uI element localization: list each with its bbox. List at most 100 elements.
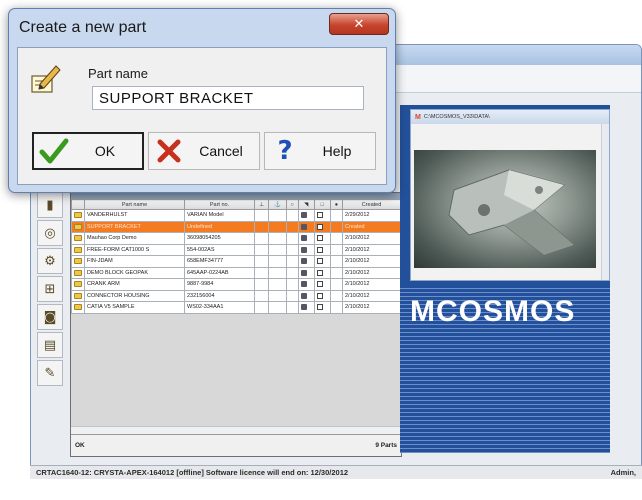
status-bar: CRTAC1640-12: CRYSTA-APEX-164012 [offlin… <box>30 465 642 479</box>
row-status-f <box>329 220 344 233</box>
column-header-status-e-icon[interactable]: □ <box>313 199 331 210</box>
row-status-d <box>297 220 315 233</box>
status-license-text: CRTAC1640-12: CRYSTA-APEX-164012 [offlin… <box>36 468 349 477</box>
parts-table: Part name Part no. ⊥ ⚓ ○ ◥ □ ● Created V… <box>71 199 401 314</box>
preview-panel: M C:\MCOSMOS_V33\DATA\ MCOSMOS <box>400 105 610 453</box>
column-header-status-a-icon[interactable]: ⊥ <box>253 199 270 210</box>
gears-icon[interactable]: ⚙ <box>37 248 63 274</box>
dialog-body: Part name OK Cancel ? Help <box>17 47 387 185</box>
row-part-name: CRANK ARM <box>84 278 185 291</box>
row-status-a <box>253 266 270 279</box>
column-header-part-name[interactable]: Part name <box>84 199 185 210</box>
column-header-status-b-icon[interactable]: ⚓ <box>268 199 287 210</box>
column-header-status-d-icon[interactable]: ◥ <box>297 199 315 210</box>
row-status-f <box>329 209 344 222</box>
row-part-no: Undefined <box>184 220 255 233</box>
parts-grid-panel: Part name Part no. ⊥ ⚓ ○ ◥ □ ● Created V… <box>70 192 402 457</box>
row-part-name: FREE-FORM CAT1000 S <box>84 243 185 256</box>
probe-status-icon <box>300 223 307 230</box>
column-header-status-c-icon[interactable]: ○ <box>285 199 299 210</box>
row-status-f <box>329 232 344 245</box>
row-status-f <box>329 243 344 256</box>
ok-button[interactable]: OK <box>32 132 144 170</box>
pencil-icon <box>31 65 61 93</box>
part-name-input[interactable] <box>92 86 364 110</box>
row-status-a <box>253 232 270 245</box>
row-part-no: VARIAN Model <box>184 209 255 222</box>
cancel-button[interactable]: Cancel <box>148 132 260 170</box>
row-status-e <box>313 278 331 291</box>
row-status-f <box>329 278 344 291</box>
folder-icon <box>74 292 82 299</box>
folder-icon <box>74 246 82 253</box>
row-status-c <box>285 278 299 291</box>
table-row[interactable]: VANDERHULST VARIAN Model 2/29/2012 <box>71 209 401 222</box>
program-tree-icon[interactable]: ⊞ <box>37 276 63 302</box>
settings-icon[interactable]: ✎ <box>37 360 63 386</box>
row-status-c <box>285 232 299 245</box>
row-status-c <box>285 255 299 268</box>
row-icon-cell <box>71 301 85 314</box>
column-header-created[interactable]: Created <box>342 199 401 210</box>
row-status-d <box>297 278 315 291</box>
left-toolbar: ▮ ◎ ⚙ ⊞ ◙ ▤ ✎ <box>34 190 66 500</box>
table-row[interactable]: CONNECTOR HOUSING 232156004 2/10/2012 <box>71 289 401 302</box>
question-mark-icon: ? <box>277 136 293 166</box>
table-row[interactable]: FIN-JDAM 658EMF34777 2/10/2012 <box>71 255 401 268</box>
close-button[interactable]: ✕ <box>329 13 389 35</box>
grid-horizontal-scrollbar[interactable] <box>71 426 401 434</box>
dialog-title: Create a new part <box>19 19 147 36</box>
row-created: 2/10/2012 <box>342 243 401 256</box>
table-row[interactable]: CRANK ARM 9887-9984 2/10/2012 <box>71 278 401 291</box>
part-3d-preview-image <box>414 150 596 268</box>
cancel-button-label: Cancel <box>199 143 243 159</box>
preview-vertical-scrollbar[interactable] <box>601 124 609 280</box>
row-status-b <box>268 255 287 268</box>
ok-button-label: OK <box>94 143 116 159</box>
box-status-icon <box>316 304 323 311</box>
row-icon-cell <box>71 278 85 291</box>
close-icon: ✕ <box>353 16 365 32</box>
checkmark-icon <box>34 138 74 164</box>
table-row[interactable]: DEMO BLOCK GEOPAK 645AAP-0224AB 2/10/2012 <box>71 266 401 279</box>
probe-status-icon <box>300 292 307 299</box>
table-row[interactable]: CATIA V5 SAMPLE WS02-334AA1 2/10/2012 <box>71 301 401 314</box>
probe-icon[interactable]: ▮ <box>37 192 63 218</box>
document-icon[interactable]: ▤ <box>37 332 63 358</box>
camera-icon[interactable]: ◙ <box>37 304 63 330</box>
column-header-part-no[interactable]: Part no. <box>184 199 255 210</box>
probe-status-icon <box>300 258 307 265</box>
row-status-a <box>253 289 270 302</box>
row-status-d <box>297 243 315 256</box>
table-row[interactable]: FREE-FORM CAT1000 S 554-002AS 2/10/2012 <box>71 243 401 256</box>
bracket-render-icon <box>448 169 575 256</box>
row-status-c <box>285 266 299 279</box>
box-status-icon <box>316 292 323 299</box>
preview-window-titlebar: M C:\MCOSMOS_V33\DATA\ <box>411 110 609 124</box>
row-status-c <box>285 289 299 302</box>
probe-status-icon <box>300 246 307 253</box>
row-status-a <box>253 278 270 291</box>
row-status-e <box>313 301 331 314</box>
folder-icon <box>74 212 82 219</box>
row-status-e <box>313 232 331 245</box>
folder-icon <box>74 281 82 288</box>
row-part-name: CATIA V5 SAMPLE <box>84 301 185 314</box>
table-row[interactable]: Mauhao Corp Demo 36098054205 2/10/2012 <box>71 232 401 245</box>
column-header-status-f-icon[interactable]: ● <box>329 199 344 210</box>
help-button[interactable]: ? Help <box>264 132 376 170</box>
folder-icon <box>74 258 82 265</box>
row-status-d <box>297 232 315 245</box>
row-created: 2/10/2012 <box>342 278 401 291</box>
table-header-row: Part name Part no. ⊥ ⚓ ○ ◥ □ ● Created <box>71 199 401 210</box>
row-part-no: WS02-334AA1 <box>184 301 255 314</box>
row-status-b <box>268 301 287 314</box>
parts-icon[interactable]: ◎ <box>37 220 63 246</box>
probe-status-icon <box>300 269 307 276</box>
folder-icon <box>74 223 82 230</box>
table-row[interactable]: SUPPORT BRACKET Undefined Created <box>71 220 401 233</box>
box-status-icon <box>316 223 323 230</box>
row-created: Created <box>342 220 401 233</box>
row-status-b <box>268 266 287 279</box>
row-status-b <box>268 243 287 256</box>
